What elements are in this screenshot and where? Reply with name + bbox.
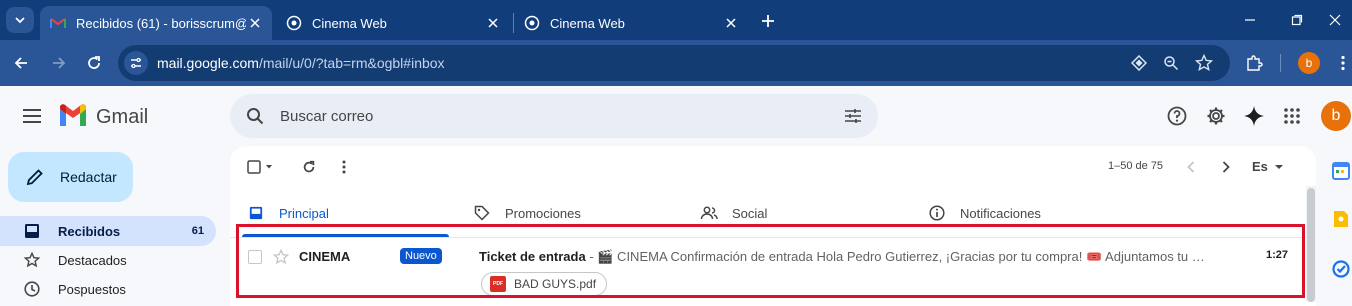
main-menu-button[interactable] [20,104,44,128]
site-info-icon[interactable] [124,51,148,75]
compose-button[interactable]: Redactar [8,152,133,202]
scrollbar-thumb[interactable] [1307,188,1315,302]
settings-gear-icon[interactable] [1204,104,1228,128]
globe-icon [524,15,540,31]
extensions-button[interactable] [1241,50,1267,76]
tab-title: Cinema Web [550,15,625,31]
minimize-icon [1245,19,1255,21]
profile-avatar[interactable]: b [1298,52,1320,74]
tab-title: Cinema Web [312,15,387,31]
globe-icon [286,15,302,31]
close-window-button[interactable] [1325,10,1345,30]
tab-label: Notificaciones [960,205,1041,221]
tag-icon [473,204,491,222]
search-bar[interactable]: Buscar correo [230,94,878,138]
restore-button[interactable] [1287,10,1307,30]
url-text: mail.google.com/mail/u/0/?tab=rm&ogbl#in… [157,55,445,71]
people-icon [700,204,718,222]
url-host: mail.google.com [157,55,259,71]
address-bar[interactable]: mail.google.com/mail/u/0/?tab=rm&ogbl#in… [118,45,1230,81]
arrow-right-icon [53,57,66,69]
tab-social[interactable]: Social [700,202,767,224]
caret-down-icon [1274,164,1283,169]
tab-notificaciones[interactable]: Notificaciones [928,202,1041,224]
nav-item-destacados[interactable]: Destacados [0,245,216,275]
nav-label: Recibidos [58,223,121,239]
extension-diamond-icon[interactable] [1130,54,1148,72]
help-icon[interactable] [1165,104,1189,128]
nav-label: Destacados [58,252,127,268]
gmail-wordmark: Gmail [96,106,149,128]
forward-button[interactable] [46,50,72,76]
chevron-right-icon[interactable] [1215,156,1237,178]
tab-promociones[interactable]: Promociones [473,202,581,224]
close-icon[interactable] [246,14,264,32]
search-options-icon[interactable] [842,105,864,127]
inbox-icon [247,204,265,222]
back-button[interactable] [8,50,34,76]
bookmark-star-icon[interactable] [1195,54,1213,72]
arrow-left-icon [14,57,27,69]
minimize-button[interactable] [1240,10,1260,30]
keep-app-icon[interactable] [1330,208,1352,230]
reload-button[interactable] [81,50,107,76]
nav-item-recibidos[interactable]: Recibidos 61 [0,216,216,246]
tab-cinema-web-2[interactable]: Cinema Web [514,6,748,40]
clock-icon [22,279,42,299]
pagination-text: 1–50 de 75 [1108,160,1164,172]
tab-title: Recibidos (61) - borisscrum@gmail [76,15,246,31]
tab-label: Social [732,205,768,221]
url-path: /mail/u/0/?tab=rm&ogbl#inbox [258,55,445,71]
tab-search-button[interactable] [6,7,34,33]
search-icon[interactable] [244,105,266,127]
star-icon [22,250,42,270]
input-language-selector[interactable]: Es [1252,159,1284,174]
account-avatar[interactable]: b [1321,101,1351,131]
hamburger-icon [23,109,41,123]
chevron-left-icon[interactable] [1180,156,1202,178]
tab-label: Principal [279,205,329,221]
close-icon[interactable] [722,14,740,32]
plus-icon [762,15,774,27]
pencil-icon [24,166,46,188]
apps-grid-icon[interactable] [1280,104,1304,128]
info-icon [928,204,946,222]
browser-menu-button[interactable] [1330,50,1352,76]
gemini-sparkle-icon[interactable] [1242,104,1266,128]
inbox-icon [22,221,42,241]
select-all-checkbox[interactable] [246,156,278,178]
tab-gmail[interactable]: Recibidos (61) - borisscrum@gmail [40,6,272,40]
input-language-label: Es [1252,159,1268,174]
refresh-icon[interactable] [298,156,320,178]
highlight-box [236,224,1305,298]
unread-count: 61 [191,225,204,237]
calendar-app-icon[interactable] [1330,160,1352,182]
browser-toolbar: mail.google.com/mail/u/0/?tab=rm&ogbl#in… [0,40,1352,86]
gmail-icon [50,15,66,31]
gmail-logo[interactable] [58,104,88,128]
zoom-icon[interactable] [1162,54,1180,72]
close-icon [1329,14,1341,26]
more-vert-icon[interactable] [334,156,354,178]
tab-label: Promociones [505,205,581,221]
close-icon[interactable] [484,14,502,32]
puzzle-icon [1247,55,1263,71]
gmail-logo-icon [60,104,86,126]
nav-label: Pospuestos [58,281,126,297]
tab-cinema-web-1[interactable]: Cinema Web [276,6,510,40]
new-tab-button[interactable] [756,9,780,33]
nav-item-pospuestos[interactable]: Pospuestos [0,274,216,304]
tasks-app-icon[interactable] [1330,258,1352,280]
search-input[interactable]: Buscar correo [280,108,373,125]
toolbar-divider [1280,54,1281,72]
browser-tabstrip: Recibidos (61) - borisscrum@gmail Cinema… [0,0,1352,40]
reload-icon [88,56,100,69]
tab-principal[interactable]: Principal [247,202,329,224]
more-vert-icon [1341,55,1345,71]
chevron-down-icon [15,17,25,24]
compose-label: Redactar [60,169,117,185]
restore-icon [1291,14,1303,26]
